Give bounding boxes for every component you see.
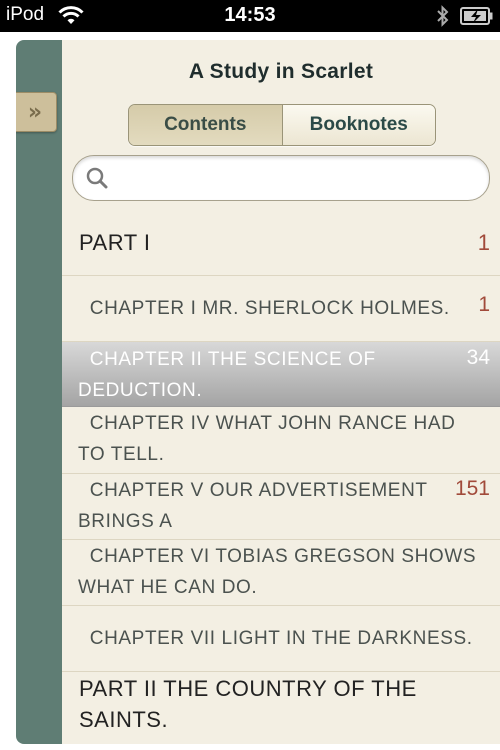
toc-row-title: PART I: [79, 230, 151, 255]
toc-row-title: CHAPTER IV WHAT JOHN RANCE HAD TO TELL.: [78, 413, 461, 465]
search-input[interactable]: [72, 155, 490, 201]
toc-panel: » A Study in Scarlet Contents Booknotes …: [16, 40, 500, 744]
tab-contents[interactable]: Contents: [129, 105, 283, 145]
magnifier-icon: [86, 167, 108, 193]
toc-row-title: CHAPTER I MR. SHERLOCK HOLMES.: [78, 298, 450, 319]
toc-row-part-2[interactable]: PART II THE COUNTRY OF THE SAINTS.: [62, 672, 500, 742]
toc-list: PART I 1 CHAPTER I MR. SHERLOCK HOLMES. …: [62, 210, 500, 742]
collapse-panel-button[interactable]: »: [16, 92, 57, 132]
toc-row-title: CHAPTER II THE SCIENCE OF DEDUCTION.: [78, 349, 382, 401]
tab-booknotes[interactable]: Booknotes: [282, 105, 435, 145]
bluetooth-icon: [436, 5, 450, 31]
toc-row-chapter-4[interactable]: CHAPTER IV WHAT JOHN RANCE HAD TO TELL.: [62, 407, 500, 474]
toc-row-title: PART II THE COUNTRY OF THE SAINTS.: [79, 676, 424, 732]
toc-row-title: CHAPTER VI TOBIAS GREGSON SHOWS WHAT HE …: [78, 546, 483, 598]
clock: 14:53: [224, 4, 276, 26]
status-bar: iPod 14:53: [0, 0, 500, 32]
book-title: A Study in Scarlet: [188, 60, 374, 83]
toc-row-page: 1: [477, 230, 490, 255]
toc-row-chapter-6[interactable]: CHAPTER VI TOBIAS GREGSON SHOWS WHAT HE …: [62, 540, 500, 606]
toc-row-chapter-1[interactable]: CHAPTER I MR. SHERLOCK HOLMES. 1: [62, 276, 500, 342]
side-rail: »: [16, 40, 62, 744]
toc-row-title: CHAPTER VII LIGHT IN THE DARKNESS.: [78, 628, 473, 649]
view-segmented-control: Contents Booknotes: [128, 104, 436, 146]
toc-row-chapter-7[interactable]: CHAPTER VII LIGHT IN THE DARKNESS.: [62, 606, 500, 672]
toc-row-part-1[interactable]: PART I 1: [62, 210, 500, 276]
double-chevron-right-icon: »: [27, 99, 43, 125]
toc-content: A Study in Scarlet Contents Booknotes PA…: [62, 40, 500, 744]
battery-charging-icon: [460, 7, 494, 29]
toc-row-page: 151: [454, 477, 490, 500]
toc-row-chapter-2[interactable]: CHAPTER II THE SCIENCE OF DEDUCTION. 34: [62, 342, 500, 407]
toc-row-title: CHAPTER V OUR ADVERTISEMENT BRINGS A: [78, 480, 434, 532]
toc-row-chapter-5[interactable]: CHAPTER V OUR ADVERTISEMENT BRINGS A 151: [62, 474, 500, 540]
toc-row-page: 1: [478, 293, 490, 316]
toc-row-page: 34: [466, 346, 490, 369]
